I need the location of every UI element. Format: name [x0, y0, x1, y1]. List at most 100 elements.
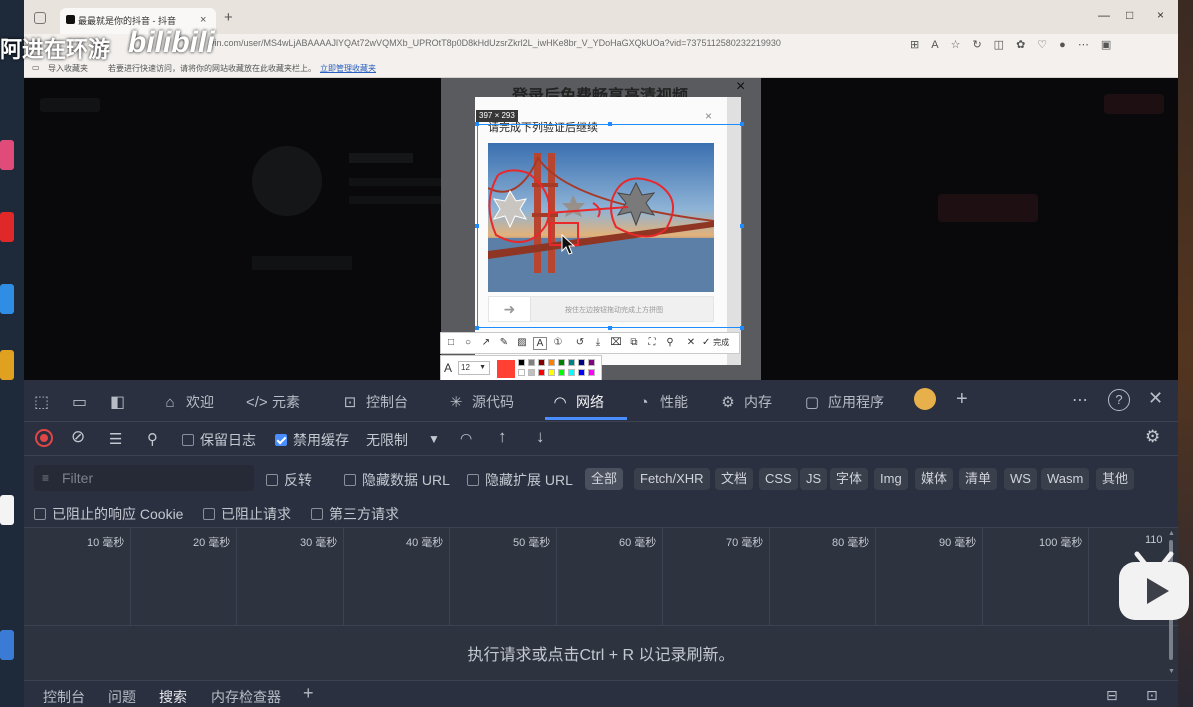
filter-type-ws[interactable]: WS	[1004, 468, 1037, 490]
color-swatch[interactable]	[538, 359, 545, 366]
number-tool-icon[interactable]: ①	[551, 337, 565, 348]
tab-console[interactable]: ⊡ 控制台	[340, 392, 408, 412]
more-options-icon[interactable]: ⋯	[1072, 390, 1088, 410]
filter-type-js[interactable]: JS	[800, 468, 828, 490]
mosaic-tool-icon[interactable]: ▨	[515, 337, 529, 348]
color-swatch[interactable]	[558, 369, 565, 376]
add-drawer-tab-icon[interactable]: +	[303, 683, 314, 704]
tab-welcome[interactable]: ⌂ 欢迎	[160, 392, 214, 412]
invert-checkbox[interactable]: 反转	[266, 470, 312, 490]
color-swatch[interactable]	[578, 359, 585, 366]
tab-network[interactable]: ◠ 网络	[550, 392, 604, 412]
drawer-tab-memory-inspector[interactable]: 内存检查器	[211, 687, 281, 707]
color-swatch[interactable]	[528, 359, 535, 366]
preserve-log-checkbox[interactable]: 保留日志	[182, 430, 256, 450]
resize-handle[interactable]	[475, 224, 479, 228]
undo-icon[interactable]: ↺	[573, 337, 587, 348]
settings-gear-icon[interactable]: ⚙	[1145, 427, 1160, 447]
pin-icon[interactable]: ⚲	[663, 337, 677, 348]
resize-handle[interactable]	[740, 224, 744, 228]
done-button[interactable]: ✓ 完成	[702, 337, 729, 348]
desktop-app-icon[interactable]	[0, 284, 14, 314]
network-conditions-icon[interactable]: ◠	[460, 430, 472, 447]
desktop-app-icon[interactable]	[0, 495, 14, 525]
tab-memory[interactable]: ⚙ 内存	[718, 392, 772, 412]
throttle-select[interactable]: 无限制	[366, 430, 408, 450]
scroll-up-icon[interactable]: ▲	[1168, 530, 1175, 537]
manage-favorites-link[interactable]: 立即管理收藏夹	[320, 63, 376, 74]
filter-type-css[interactable]: CSS	[759, 468, 798, 490]
dock-side-icon[interactable]: ◧	[110, 392, 125, 412]
tab-performance[interactable]: ◔ 性能	[634, 392, 688, 412]
drawer-tab-search[interactable]: 搜索	[159, 687, 187, 707]
captcha-close-button[interactable]: ×	[705, 109, 712, 123]
color-swatch[interactable]	[568, 369, 575, 376]
color-swatch[interactable]	[538, 369, 545, 376]
color-swatch[interactable]	[518, 359, 525, 366]
filter-type-manifest[interactable]: 清单	[959, 468, 998, 490]
desktop-app-icon[interactable]	[0, 140, 14, 170]
current-color-swatch[interactable]	[497, 360, 515, 378]
clear-icon[interactable]: ⊘	[71, 427, 85, 447]
filter-input[interactable]: ≡ Filter	[34, 465, 254, 491]
third-party-checkbox[interactable]: 第三方请求	[311, 504, 399, 524]
favorite-star-icon[interactable]: ☆	[951, 38, 961, 51]
save-icon[interactable]: ⤓	[591, 337, 605, 348]
resize-handle[interactable]	[475, 122, 479, 126]
device-emulation-icon[interactable]: ▭	[72, 392, 87, 412]
resize-handle[interactable]	[608, 122, 612, 126]
desktop-app-icon[interactable]	[0, 630, 14, 660]
dock-drawer-icon[interactable]: ⊟	[1106, 687, 1118, 704]
filter-type-all[interactable]: 全部	[585, 468, 624, 490]
close-window-button[interactable]: ×	[1157, 8, 1164, 22]
color-swatch[interactable]	[518, 369, 525, 376]
pen-tool-icon[interactable]: ✎	[497, 337, 511, 348]
filter-type-wasm[interactable]: Wasm	[1041, 468, 1090, 490]
checkbox[interactable]	[311, 508, 323, 520]
add-tab-icon[interactable]: +	[956, 388, 968, 411]
cookie-extension-icon[interactable]	[914, 388, 936, 410]
blocked-cookies-checkbox[interactable]: 已阻止的响应 Cookie	[34, 504, 183, 524]
ocr-icon[interactable]: ⌧	[609, 337, 623, 348]
ellipse-tool-icon[interactable]: ○	[461, 337, 475, 348]
record-icon[interactable]	[35, 429, 53, 447]
filter-type-doc[interactable]: 文档	[715, 468, 754, 490]
chevron-down-icon[interactable]: ▼	[428, 432, 440, 446]
checkbox[interactable]	[266, 474, 278, 486]
color-swatch[interactable]	[588, 359, 595, 366]
color-swatch[interactable]	[548, 359, 555, 366]
workspaces-icon[interactable]	[34, 12, 46, 24]
cancel-icon[interactable]: ✕	[684, 337, 698, 348]
color-swatch[interactable]	[578, 369, 585, 376]
font-size-select[interactable]: 12 ▼	[458, 361, 490, 375]
blocked-requests-checkbox[interactable]: 已阻止请求	[203, 504, 291, 524]
checkbox-checked[interactable]	[275, 434, 287, 446]
filter-type-other[interactable]: 其他	[1096, 468, 1135, 490]
arrow-tool-icon[interactable]: ↗	[479, 337, 493, 348]
resize-handle[interactable]	[475, 326, 479, 330]
hide-extension-url-checkbox[interactable]: 隐藏扩展 URL	[467, 470, 573, 490]
color-swatch[interactable]	[558, 359, 565, 366]
resize-handle[interactable]	[740, 122, 744, 126]
filter-type-img[interactable]: Img	[874, 468, 908, 490]
color-swatch[interactable]	[568, 359, 575, 366]
resize-handle[interactable]	[608, 326, 612, 330]
sidebar-toggle-icon[interactable]: ▣	[1101, 38, 1111, 51]
url-field[interactable]: vin.com/user/MS4wLjABAAAAJlYQAt72wVQMXb_…	[210, 38, 781, 48]
app-available-icon[interactable]: ⊞	[910, 38, 919, 51]
import-favorites-link[interactable]: 导入收藏夹	[48, 63, 88, 74]
hide-data-url-checkbox[interactable]: 隐藏数据 URL	[344, 470, 450, 490]
minimize-button[interactable]: —	[1098, 8, 1110, 22]
resize-handle[interactable]	[740, 326, 744, 330]
profile-avatar-icon[interactable]: ●	[1059, 39, 1066, 51]
text-tool-icon[interactable]: A	[533, 337, 547, 350]
export-har-icon[interactable]: ↓	[536, 427, 545, 447]
color-swatch[interactable]	[588, 369, 595, 376]
fullscreen-icon[interactable]: ⛶	[645, 337, 659, 348]
rectangle-tool-icon[interactable]: □	[444, 337, 458, 348]
refresh-icon[interactable]: ↻	[972, 38, 981, 51]
color-swatch[interactable]	[548, 369, 555, 376]
filter-type-font[interactable]: 字体	[830, 468, 869, 490]
tab-elements[interactable]: </> 元素	[246, 392, 300, 412]
disable-cache-checkbox[interactable]: 禁用缓存	[275, 430, 349, 450]
